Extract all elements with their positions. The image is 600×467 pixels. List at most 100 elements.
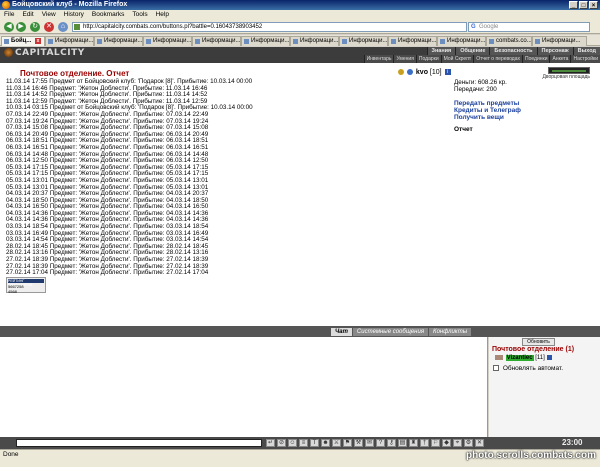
mail-log-list: 11.03.14 17:55 Предмет от Бойцовский клу… bbox=[6, 78, 306, 277]
tab[interactable]: Информаци... bbox=[437, 36, 486, 46]
tab-label: Информаци... bbox=[300, 38, 339, 44]
clan-icon bbox=[398, 69, 404, 76]
reload-icon[interactable]: ↻ bbox=[30, 22, 40, 32]
private-message-icon[interactable] bbox=[495, 355, 503, 360]
send-icon[interactable]: ↵ bbox=[266, 439, 275, 447]
auto-refresh-checkbox[interactable] bbox=[493, 365, 499, 372]
scroll-icon[interactable]: ✉ bbox=[365, 439, 374, 447]
receive-items-link[interactable]: Получить вещи bbox=[454, 114, 594, 121]
user-level: [10] bbox=[429, 69, 442, 76]
user-info: kvo [10] i bbox=[398, 69, 451, 76]
location-image[interactable] bbox=[548, 67, 590, 74]
key-icon[interactable]: ⚷ bbox=[387, 439, 396, 447]
submenu-my-script[interactable]: Мой Скрепт bbox=[440, 55, 474, 63]
filter-icon[interactable]: ≡ bbox=[299, 439, 308, 447]
tab[interactable]: combats.co... bbox=[486, 36, 532, 46]
tab[interactable]: Информаци... bbox=[532, 36, 587, 46]
tab[interactable]: Информаци... bbox=[290, 36, 339, 46]
game-logo[interactable]: CAPITALCITY bbox=[4, 48, 85, 58]
menu-history[interactable]: History bbox=[64, 10, 84, 20]
credits-telegraph-link[interactable]: Кредиты и Телеграф bbox=[454, 107, 594, 114]
menu-bookmarks[interactable]: Bookmarks bbox=[92, 10, 125, 20]
chat-input[interactable] bbox=[16, 439, 262, 447]
post-actions: Передать предметы Кредиты и Телеграф Пол… bbox=[454, 100, 594, 121]
tab-icon bbox=[342, 39, 347, 44]
flag-icon[interactable]: ⚐ bbox=[431, 439, 440, 447]
translit-icon[interactable]: T bbox=[310, 439, 319, 447]
stop-icon[interactable]: ✕ bbox=[44, 22, 54, 32]
close-tab-icon[interactable]: x bbox=[35, 38, 42, 44]
maximize-button[interactable]: □ bbox=[579, 1, 588, 9]
topmenu-character[interactable]: Персонаж bbox=[536, 47, 573, 55]
submenu-settings[interactable]: Настройки bbox=[570, 55, 600, 63]
people-icon[interactable]: ☻ bbox=[321, 439, 330, 447]
user-info-icon[interactable] bbox=[547, 355, 553, 360]
online-user-name[interactable]: Vizantiec bbox=[505, 355, 534, 362]
user-info-icon[interactable]: i bbox=[444, 69, 451, 76]
online-panel: Обновить Почтовое отделение (1) Vizantie… bbox=[489, 337, 600, 437]
user-name[interactable]: kvo bbox=[416, 69, 428, 76]
tab-label: Информаци... bbox=[104, 38, 143, 44]
home-icon[interactable]: ⌂ bbox=[58, 22, 68, 32]
smile-icon[interactable]: ☺ bbox=[288, 439, 297, 447]
tab[interactable]: Информаци... bbox=[45, 36, 94, 46]
topmenu-security[interactable]: Безопасность bbox=[489, 47, 536, 55]
tab-icon bbox=[195, 39, 200, 44]
back-icon[interactable]: ◀ bbox=[4, 22, 14, 32]
submenu-inventory[interactable]: Инвентарь bbox=[363, 55, 394, 63]
refresh-button[interactable]: Обновить bbox=[522, 338, 555, 346]
menu-edit[interactable]: Edit bbox=[22, 10, 33, 20]
submenu-gifts[interactable]: Подарки bbox=[415, 55, 441, 63]
hammer-icon[interactable]: ⚒ bbox=[354, 439, 363, 447]
menu-view[interactable]: View bbox=[42, 10, 56, 20]
walk-icon[interactable]: ⚑ bbox=[343, 439, 352, 447]
transfer-items-link[interactable]: Передать предметы bbox=[454, 100, 594, 107]
sword-icon[interactable]: † bbox=[420, 439, 429, 447]
google-icon: G bbox=[471, 24, 476, 30]
tab-chat[interactable]: Чат bbox=[331, 328, 352, 336]
tab-icon bbox=[97, 39, 102, 44]
menu-tools[interactable]: Tools bbox=[132, 10, 147, 20]
book-icon[interactable]: ▤ bbox=[398, 439, 407, 447]
menu-file[interactable]: File bbox=[4, 10, 14, 20]
tab-active[interactable]: Бойц... x bbox=[1, 36, 45, 46]
gear-icon[interactable]: ⚙ bbox=[464, 439, 473, 447]
topmenu-knowledge[interactable]: Знания bbox=[426, 47, 456, 55]
shield-icon[interactable]: ◆ bbox=[442, 439, 451, 447]
close-icon[interactable]: ✕ bbox=[475, 439, 484, 447]
clan-icon[interactable]: ♜ bbox=[409, 439, 418, 447]
tab[interactable]: Информаци... bbox=[388, 36, 437, 46]
rating-counter[interactable]: РЕЙТИНГ ОРИЕНТИРОВ 5667258 4568 bbox=[6, 277, 46, 294]
tab-conflicts[interactable]: Конфликты bbox=[429, 328, 472, 336]
main-content: Почтовое отделение. Отчет kvo [10] i Дво… bbox=[0, 63, 600, 326]
tab-icon bbox=[293, 39, 298, 44]
quest-icon[interactable]: ? bbox=[376, 439, 385, 447]
submenu-profile[interactable]: Анкета bbox=[549, 55, 570, 63]
battle-icon[interactable]: ⚔ bbox=[332, 439, 341, 447]
chat-messages[interactable] bbox=[0, 337, 488, 437]
submenu-transfer-report[interactable]: Отчет о переводах bbox=[473, 55, 522, 63]
tab[interactable]: Информаци... bbox=[339, 36, 388, 46]
map-icon[interactable]: ⌖ bbox=[453, 439, 462, 447]
online-user[interactable]: Vizantiec [11] bbox=[495, 355, 553, 362]
tab-label: Информаци... bbox=[349, 38, 388, 44]
close-window-button[interactable]: × bbox=[589, 1, 598, 9]
navigation-bar: ◀ ▶ ↻ ✕ ⌂ http://capitalcity.combats.com… bbox=[0, 20, 600, 34]
topmenu-exit[interactable]: Выход bbox=[572, 47, 600, 55]
address-bar[interactable]: http://capitalcity.combats.com/buttons.p… bbox=[72, 22, 467, 32]
tab-system-messages[interactable]: Системные сообщения bbox=[352, 328, 429, 336]
minimize-button[interactable]: _ bbox=[569, 1, 578, 9]
tab[interactable]: Информаци... bbox=[192, 36, 241, 46]
tab[interactable]: Информаци... bbox=[94, 36, 143, 46]
topmenu-communication[interactable]: Общение bbox=[455, 47, 489, 55]
money-amount: Деньги: 608.26 кр. bbox=[454, 79, 507, 86]
auto-refresh-row: Обновлять автомат. bbox=[493, 365, 563, 372]
menu-help[interactable]: Help bbox=[156, 10, 169, 20]
search-input[interactable]: G Google bbox=[468, 22, 590, 32]
clear-icon[interactable]: ⊘ bbox=[277, 439, 286, 447]
submenu-skills[interactable]: Умения bbox=[393, 55, 415, 63]
tab[interactable]: Информаци... bbox=[241, 36, 290, 46]
forward-icon[interactable]: ▶ bbox=[16, 22, 26, 32]
tab[interactable]: Информаци... bbox=[143, 36, 192, 46]
submenu-battles[interactable]: Поединки bbox=[521, 55, 550, 63]
